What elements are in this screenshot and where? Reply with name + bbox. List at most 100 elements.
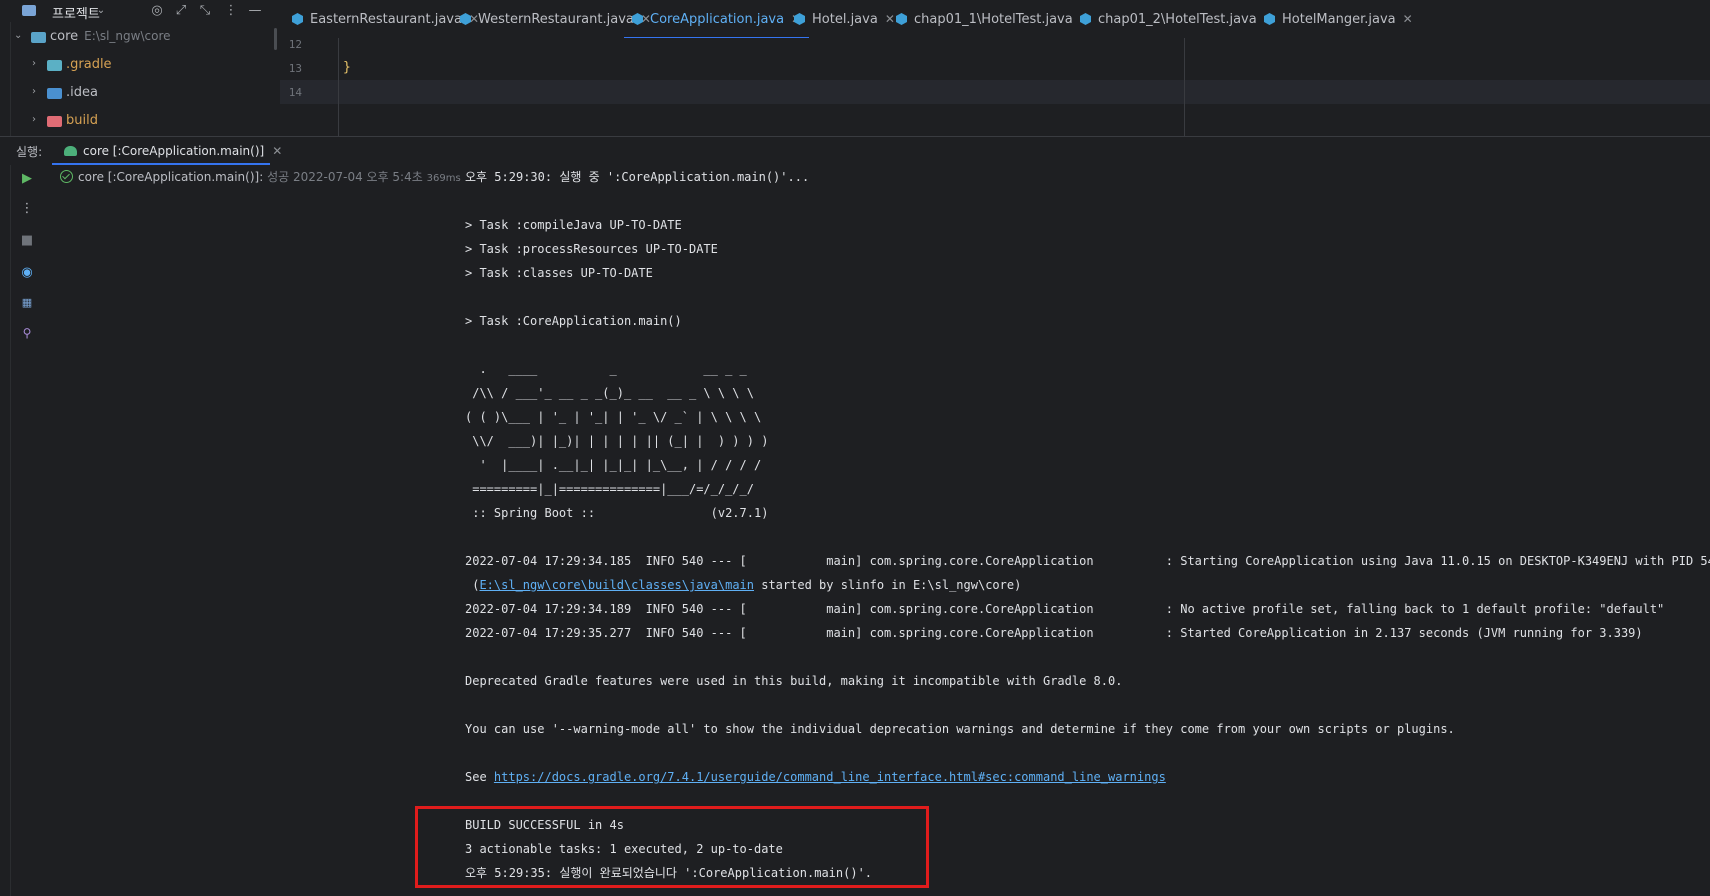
rerun-icon[interactable]: ▶ [16,168,38,190]
eye-icon[interactable]: ◉ [16,262,38,284]
project-folder-icon [22,5,36,16]
folder-icon [47,116,62,127]
editor-tab-bar: EasternRestaurant.java ✕ WesternRestaura… [280,0,1710,39]
java-file-icon [460,13,471,25]
tree-item-build[interactable]: › build [10,109,280,133]
tab-label: Hotel.java [812,11,878,27]
chevron-down-icon[interactable]: ⌄ [14,30,22,41]
tree-item-label: core [50,29,79,44]
highlight-annotation-box [415,806,929,888]
java-file-icon [1264,13,1275,25]
tab-label: HotelManger.java [1282,11,1396,27]
spring-banner-line: ' |____| .__|_| |_|_| |_\__, | / / / / [465,458,762,472]
chevron-down-icon[interactable]: ⌄ [92,2,110,20]
log-suffix: started by slinfo in E:\sl_ngw\core) [754,578,1022,592]
module-folder-icon [31,32,46,43]
run-item-status: 성공 2022-07-04 오후 5:4초 [267,170,423,184]
expand-all-icon[interactable]: ⤢ [172,2,190,20]
more-options-icon[interactable]: ⋮ [222,2,240,20]
tab-core-application[interactable]: CoreApplication.java ✕ [623,0,810,39]
run-tab-label: core [:CoreApplication.main()] [83,143,265,158]
right-margin-guide [1184,38,1185,136]
minimize-icon[interactable]: — [246,2,264,20]
tab-western-restaurant[interactable]: WesternRestaurant.java ✕ [460,0,651,38]
log-line: 2022-07-04 17:29:35.277 INFO 540 --- [ m… [465,626,1643,640]
pin-icon[interactable]: ⚲ [16,322,38,344]
see-docs-line: See https://docs.gradle.org/7.4.1/usergu… [465,769,1166,785]
run-panel-label: 실행: [16,145,43,159]
project-tree: ⌄ core E:\sl_ngw\core › .gradle › .idea ›… [10,22,280,136]
tab-label: chap01_1\HotelTest.java [914,11,1073,27]
tab-label: EasternRestaurant.java [310,11,462,27]
folder-icon [47,60,62,71]
stop-icon[interactable]: ■ [16,230,38,252]
run-tree-item[interactable]: core [:CoreApplication.main()]: 성공 2022-… [60,168,461,185]
tab-hotel-test-1[interactable]: chap01_1\HotelTest.java ✕ [896,0,1090,38]
success-check-icon [60,170,73,183]
run-tree: core [:CoreApplication.main()]: 성공 2022-… [56,164,461,194]
collapse-all-icon[interactable]: ⤡ [196,2,214,20]
tree-item-idea[interactable]: › .idea [10,81,280,105]
console-line: > Task :classes UP-TO-DATE [465,266,653,280]
spring-banner-line: ( ( )\___ | '_ | '_| | '_ \/ _` | \ \ \ … [465,410,762,424]
classes-path-link[interactable]: E:\sl_ngw\core\build\classes\java\main [479,578,754,592]
tab-label: CoreApplication.java [650,11,785,27]
console-output[interactable]: 오후 5:29:30: 실행 중 ':CoreApplication.main(… [465,164,1710,896]
gradle-docs-link[interactable]: https://docs.gradle.org/7.4.1/userguide/… [494,770,1166,784]
spring-banner-line: . ____ _ __ _ _ [465,362,747,376]
console-line: > Task :compileJava UP-TO-DATE [465,218,682,232]
java-file-icon [1080,13,1091,25]
tree-item-label: build [66,113,98,128]
log-prefix: ( [465,578,480,592]
target-icon[interactable]: ◎ [148,2,166,20]
log-line: 2022-07-04 17:29:34.185 INFO 540 --- [ m… [465,554,1710,568]
console-line: You can use '--warning-mode all' to show… [465,722,1455,736]
line-number: 13 [288,62,302,75]
line-number: 12 [288,38,302,51]
run-item-name: core [:CoreApplication.main()]: [78,170,264,184]
console-line: > Task :CoreApplication.main() [465,314,682,328]
tree-item-label: .gradle [66,57,112,72]
java-file-icon [896,13,907,25]
tree-item-core[interactable]: ⌄ core E:\sl_ngw\core [10,25,280,49]
tab-hotel-test-2[interactable]: chap01_2\HotelTest.java ✕ [1080,0,1274,38]
gradle-icon [64,145,77,156]
java-file-icon [292,13,303,25]
close-icon[interactable]: ✕ [1403,12,1413,26]
tree-item-label: .idea [66,85,98,100]
gutter-separator [338,38,339,136]
chevron-right-icon[interactable]: › [32,114,36,125]
spring-banner-line: \\/ ___)| |_)| | | | | || (_| | ) ) ) ) [465,434,769,448]
current-line-highlight [280,80,1710,104]
tab-eastern-restaurant[interactable]: EasternRestaurant.java ✕ [292,0,479,38]
line-number: 14 [288,86,302,99]
spring-banner-line: =========|_|==============|___/=/_/_/_/ [465,482,754,496]
console-line: 오후 5:29:30: 실행 중 ':CoreApplication.main(… [465,170,810,184]
more-options-icon[interactable]: ⋮ [16,198,38,220]
chevron-right-icon[interactable]: › [32,86,36,97]
folder-icon [47,88,62,99]
tree-scrollbar[interactable] [274,28,277,50]
chevron-right-icon[interactable]: › [32,58,36,69]
tab-hotel-manger[interactable]: HotelManger.java ✕ [1264,0,1413,38]
log-line: 2022-07-04 17:29:34.189 INFO 540 --- [ m… [465,602,1665,616]
java-file-icon [794,13,805,25]
tab-label: WesternRestaurant.java [478,11,634,27]
run-tool-window-header: 실행: core [:CoreApplication.main()] ✕ [0,136,1710,165]
tab-label: chap01_2\HotelTest.java [1098,11,1257,27]
see-prefix: See [465,770,494,784]
tab-hotel[interactable]: Hotel.java ✕ [794,0,895,38]
run-tab[interactable]: core [:CoreApplication.main()] ✕ [64,137,282,164]
code-line[interactable]: } [343,60,351,75]
console-line: Deprecated Gradle features were used in … [465,674,1123,688]
layout-icon[interactable]: ▦ [16,292,38,314]
tree-item-gradle[interactable]: › .gradle [10,53,280,77]
run-item-duration: 369ms [426,173,461,184]
run-toolbar: ▶ ⋮ ■ ◉ ▦ ⚲ [10,164,44,364]
java-file-icon [632,13,643,25]
spring-banner-line: /\\ / ___'_ __ _ _(_)_ __ __ _ \ \ \ \ [465,386,754,400]
project-panel-header: 프로젝트 ⌄ ◎ ⤢ ⤡ ⋮ — [10,0,280,22]
close-icon[interactable]: ✕ [272,144,282,158]
code-editor[interactable]: 12 13 } 14 [280,38,1710,136]
close-icon[interactable]: ✕ [885,12,895,26]
